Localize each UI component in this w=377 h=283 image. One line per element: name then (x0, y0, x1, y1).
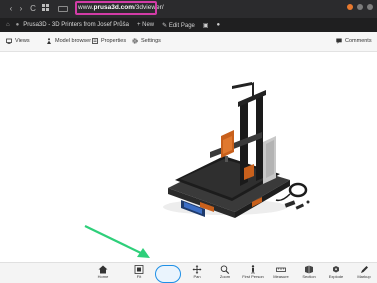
edit-page-label: Edit Page (168, 22, 195, 29)
settings-label: Settings (141, 38, 161, 44)
gear-icon (132, 38, 138, 44)
markup-button[interactable]: Markup (352, 265, 376, 280)
url-highlight-box (75, 1, 157, 15)
comments-button[interactable]: Comments (336, 38, 372, 44)
model-browser-icon (47, 38, 51, 44)
first-person-label: First Person (242, 274, 264, 279)
measure-label: Measure (273, 274, 289, 279)
forward-icon[interactable]: › (16, 0, 26, 18)
zoom-icon (220, 265, 230, 274)
extension-icon[interactable] (347, 4, 353, 10)
site-info-icon[interactable] (58, 6, 68, 12)
active-tool-highlight (155, 265, 181, 283)
markup-label: Markup (357, 274, 371, 279)
fit-button[interactable]: Fit (127, 265, 151, 280)
pan-button[interactable]: Pan (185, 265, 209, 280)
first-person-button[interactable]: First Person (241, 265, 265, 280)
markup-icon (361, 266, 368, 273)
prusa-logo-icon: ● (15, 22, 20, 28)
more-icon[interactable]: ● (217, 22, 221, 28)
home-icon[interactable]: ⌂ (6, 22, 10, 28)
site-title[interactable]: Prusa3D - 3D Printers from Josef Průša (23, 22, 129, 28)
explode-button[interactable]: Explode (324, 265, 348, 280)
home-label: Home (97, 274, 109, 279)
fit-icon (134, 265, 144, 274)
grid-icon[interactable] (40, 0, 50, 18)
settings-button[interactable]: Settings (132, 38, 161, 44)
section-label: Section (302, 274, 316, 279)
zoom-label: Zoom (219, 274, 231, 279)
properties-button[interactable]: Properties (92, 38, 126, 44)
section-icon (305, 265, 313, 274)
model-browser-button[interactable]: Model browser (46, 38, 91, 44)
pan-label: Pan (193, 274, 201, 279)
new-button[interactable]: + New (137, 22, 154, 28)
admin-bar: ⌂ ● Prusa3D - 3D Printers from Josef Prů… (0, 18, 377, 32)
home-button[interactable]: Home (91, 265, 115, 280)
zoom-button[interactable]: Zoom (213, 265, 237, 280)
explode-icon (333, 266, 339, 273)
edit-page-button[interactable]: ✎ Edit Page (162, 22, 195, 29)
model-browser-label: Model browser (55, 38, 92, 44)
section-button[interactable]: Section (297, 265, 321, 280)
comments-label: Comments (345, 38, 372, 44)
views-label: Views (15, 38, 30, 44)
browser-extensions (347, 4, 373, 10)
properties-icon (92, 38, 98, 44)
comments-icon (336, 38, 342, 44)
explode-label: Explode (328, 274, 344, 279)
printer-model (84, 82, 310, 258)
extension-icon[interactable] (357, 4, 363, 10)
new-label: New (142, 22, 155, 28)
back-icon[interactable]: ‹ (6, 0, 16, 18)
browser-toolbar: ‹ › C (0, 0, 377, 18)
pan-icon (192, 265, 202, 274)
measure-icon (276, 267, 286, 272)
viewer-toolbar: Views Model browser Properties Settings … (0, 32, 377, 52)
first-person-icon (251, 265, 255, 274)
reload-icon[interactable]: C (28, 0, 38, 18)
properties-label: Properties (101, 38, 127, 44)
measure-button[interactable]: Measure (269, 265, 293, 280)
fit-label: Fit (136, 274, 142, 279)
3d-viewport[interactable] (0, 52, 377, 262)
views-icon (6, 38, 12, 44)
stats-icon[interactable]: ▣ (203, 22, 209, 29)
extension-icon[interactable] (367, 4, 373, 10)
views-button[interactable]: Views (6, 38, 30, 44)
home-icon (98, 265, 108, 274)
viewer-navigation-bar: Home Fit Orbit Pan Zoom First Person Mea… (0, 262, 377, 283)
